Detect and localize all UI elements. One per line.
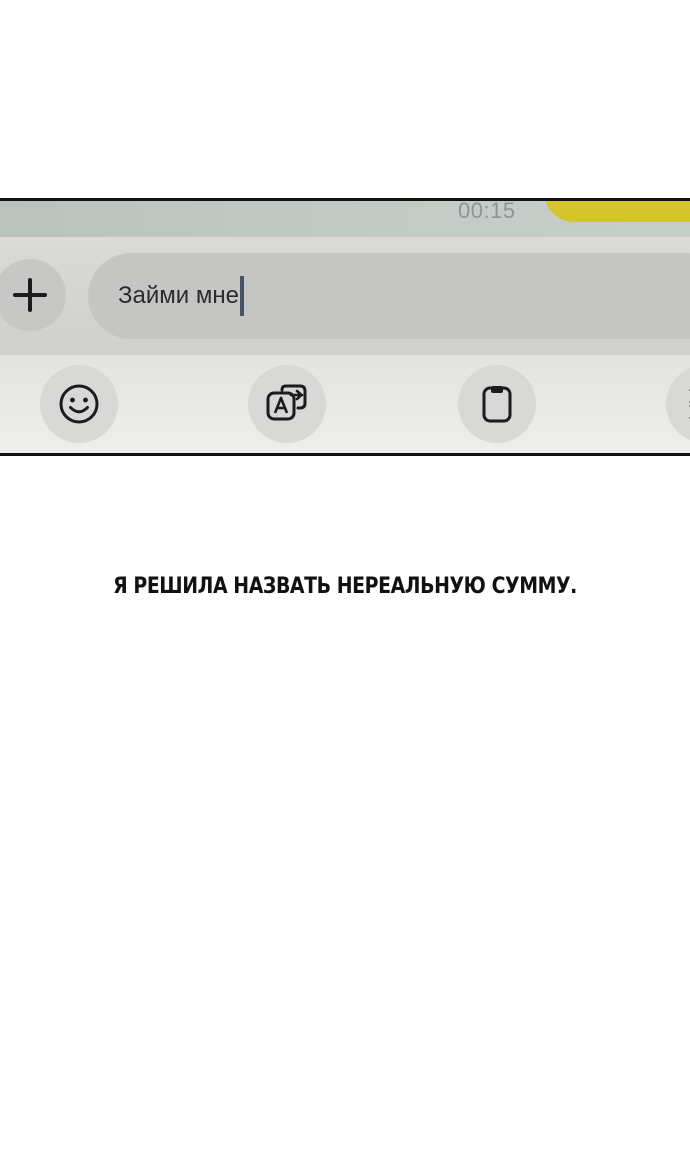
- translate-button[interactable]: [248, 365, 326, 443]
- more-tools-button[interactable]: [666, 365, 690, 443]
- comic-caption: Я РЕШИЛА НАЗВАТЬ НЕРЕАЛЬНУЮ СУММУ.: [113, 574, 577, 599]
- attach-button[interactable]: [0, 259, 66, 331]
- more-icon: [689, 388, 690, 420]
- message-input-row: Займи мне: [0, 237, 690, 355]
- translate-icon: [266, 384, 307, 421]
- message-timestamp: 00:15: [458, 198, 516, 223]
- clipboard-button[interactable]: [458, 365, 536, 443]
- composer-toolbar: [0, 355, 690, 453]
- plus-icon: [13, 278, 47, 312]
- message-input[interactable]: Займи мне: [88, 253, 690, 339]
- messenger-screenshot-panel: 00:15 Займи мне: [0, 198, 690, 456]
- emoji-button[interactable]: [40, 365, 118, 443]
- smiley-icon: [59, 384, 99, 424]
- message-input-value: Займи мне: [118, 282, 239, 309]
- clipboard-icon: [482, 386, 512, 423]
- chat-history-strip: 00:15: [0, 201, 690, 237]
- text-caret: [239, 276, 244, 316]
- outgoing-message-bubble[interactable]: [544, 201, 690, 222]
